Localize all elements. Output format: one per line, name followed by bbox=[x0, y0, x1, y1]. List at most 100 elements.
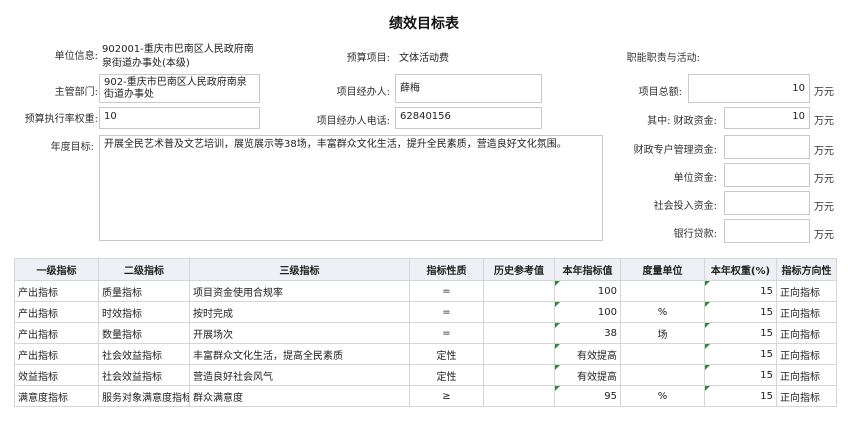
cell-history[interactable] bbox=[483, 280, 555, 302]
cell-level1: 产出指标 bbox=[14, 343, 99, 365]
dept-label: 主管部门: bbox=[54, 87, 98, 98]
col-header-nature: 指标性质 bbox=[409, 258, 484, 281]
unit-fund-label: 单位资金: bbox=[673, 173, 717, 184]
table-row: 产出指标 数量指标 开展场次 = 38 场 15 正向指标 bbox=[14, 322, 837, 344]
total-unit: 万元 bbox=[814, 87, 834, 98]
cell-level1: 效益指标 bbox=[14, 364, 99, 386]
cell-unit[interactable] bbox=[620, 280, 705, 302]
table-row: 效益指标 社会效益指标 营造良好社会风气 定性 有效提高 15 正向指标 bbox=[14, 364, 837, 386]
social-fund-unit: 万元 bbox=[814, 202, 834, 213]
cell-level3[interactable]: 按时完成 bbox=[189, 301, 410, 323]
cell-unit[interactable]: 场 bbox=[620, 322, 705, 344]
cell-weight[interactable]: 15 bbox=[704, 385, 777, 407]
cell-nature[interactable]: = bbox=[409, 280, 484, 302]
cell-unit[interactable] bbox=[620, 343, 705, 365]
cell-level1: 满意度指标 bbox=[14, 385, 99, 407]
cell-direction[interactable]: 正向指标 bbox=[776, 280, 837, 302]
unit-info-label: 单位信息: bbox=[54, 51, 98, 62]
cell-direction[interactable]: 正向指标 bbox=[776, 322, 837, 344]
cell-target[interactable]: 100 bbox=[554, 301, 621, 323]
indicator-table: 一级指标 二级指标 三级指标 指标性质 历史参考值 本年指标值 度量单位 本年权… bbox=[14, 258, 837, 407]
table-header-row: 一级指标 二级指标 三级指标 指标性质 历史参考值 本年指标值 度量单位 本年权… bbox=[14, 258, 837, 281]
cell-nature[interactable]: = bbox=[409, 322, 484, 344]
social-fund-label: 社会投入资金: bbox=[653, 201, 717, 212]
cell-unit[interactable]: % bbox=[620, 301, 705, 323]
annual-goal-textarea[interactable]: 开展全民艺术普及文艺培训，展览展示等38场，丰富群众文化生活，提升全民素质，营造… bbox=[99, 135, 603, 241]
col-header-level3: 三级指标 bbox=[189, 258, 410, 281]
cell-level2: 社会效益指标 bbox=[98, 364, 190, 386]
cell-level2: 数量指标 bbox=[98, 322, 190, 344]
phone-label: 项目经办人电话: bbox=[316, 116, 390, 127]
fiscal-special-label: 财政专户管理资金: bbox=[633, 145, 717, 156]
cell-history[interactable] bbox=[483, 343, 555, 365]
col-header-level1: 一级指标 bbox=[14, 258, 99, 281]
page-title: 绩效目标表 bbox=[389, 16, 459, 32]
cell-target[interactable]: 38 bbox=[554, 322, 621, 344]
cell-history[interactable] bbox=[483, 364, 555, 386]
cell-weight[interactable]: 15 bbox=[704, 364, 777, 386]
unit-info-value: 902001-重庆市巴南区人民政府南泉街道办事处(本级) bbox=[102, 44, 254, 69]
annual-goal-label: 年度目标: bbox=[50, 142, 94, 153]
cell-level3[interactable]: 开展场次 bbox=[189, 322, 410, 344]
cell-history[interactable] bbox=[483, 322, 555, 344]
cell-direction[interactable]: 正向指标 bbox=[776, 364, 837, 386]
cell-unit[interactable] bbox=[620, 364, 705, 386]
fiscal-label: 其中: 财政资金: bbox=[647, 116, 717, 127]
budget-item-value: 文体活动费 bbox=[399, 53, 449, 64]
cell-nature[interactable]: 定性 bbox=[409, 343, 484, 365]
dept-field[interactable]: 902-重庆市巴南区人民政府南泉街道办事处 bbox=[99, 74, 260, 103]
bank-loan-field[interactable] bbox=[724, 219, 810, 243]
fiscal-field[interactable]: 10 bbox=[724, 107, 810, 129]
cell-direction[interactable]: 正向指标 bbox=[776, 343, 837, 365]
fiscal-unit: 万元 bbox=[814, 116, 834, 127]
cell-weight[interactable]: 15 bbox=[704, 322, 777, 344]
cell-nature[interactable]: ≥ bbox=[409, 385, 484, 407]
table-row: 满意度指标 服务对象满意度指标 群众满意度 ≥ 95 % 15 正向指标 bbox=[14, 385, 837, 407]
table-row: 产出指标 社会效益指标 丰富群众文化生活，提高全民素质 定性 有效提高 15 正… bbox=[14, 343, 837, 365]
cell-level1: 产出指标 bbox=[14, 322, 99, 344]
cell-level2: 社会效益指标 bbox=[98, 343, 190, 365]
col-header-target: 本年指标值 bbox=[554, 258, 621, 281]
cell-target[interactable]: 95 bbox=[554, 385, 621, 407]
social-fund-field[interactable] bbox=[724, 191, 810, 215]
cell-nature[interactable]: 定性 bbox=[409, 364, 484, 386]
cell-level3[interactable]: 项目资金使用合规率 bbox=[189, 280, 410, 302]
phone-field[interactable]: 62840156 bbox=[395, 107, 542, 129]
cell-weight[interactable]: 15 bbox=[704, 280, 777, 302]
fiscal-special-field[interactable] bbox=[724, 135, 810, 159]
cell-level3[interactable]: 群众满意度 bbox=[189, 385, 410, 407]
cell-direction[interactable]: 正向指标 bbox=[776, 301, 837, 323]
cell-level3[interactable]: 丰富群众文化生活，提高全民素质 bbox=[189, 343, 410, 365]
cell-target[interactable]: 有效提高 bbox=[554, 364, 621, 386]
cell-target[interactable]: 100 bbox=[554, 280, 621, 302]
cell-target[interactable]: 有效提高 bbox=[554, 343, 621, 365]
cell-nature[interactable]: = bbox=[409, 301, 484, 323]
cell-level2: 服务对象满意度指标 bbox=[98, 385, 190, 407]
col-header-weight: 本年权重(%) bbox=[704, 258, 777, 281]
unit-fund-field[interactable] bbox=[724, 163, 810, 187]
manager-label: 项目经办人: bbox=[336, 87, 390, 98]
cell-history[interactable] bbox=[483, 301, 555, 323]
col-header-level2: 二级指标 bbox=[98, 258, 190, 281]
budget-item-label: 预算项目: bbox=[346, 53, 390, 64]
table-row: 产出指标 质量指标 项目资金使用合规率 = 100 15 正向指标 bbox=[14, 280, 837, 302]
cell-weight[interactable]: 15 bbox=[704, 343, 777, 365]
duty-label: 职能职责与活动: bbox=[626, 53, 700, 64]
col-header-history: 历史参考值 bbox=[483, 258, 555, 281]
total-field[interactable]: 10 bbox=[688, 74, 810, 103]
cell-history[interactable] bbox=[483, 385, 555, 407]
cell-level2: 时效指标 bbox=[98, 301, 190, 323]
bank-loan-label: 银行贷款: bbox=[673, 229, 717, 240]
col-header-direction: 指标方向性 bbox=[776, 258, 837, 281]
col-header-unit: 度量单位 bbox=[620, 258, 705, 281]
fiscal-special-unit: 万元 bbox=[814, 146, 834, 157]
exec-rate-field[interactable]: 10 bbox=[99, 107, 260, 129]
cell-level1: 产出指标 bbox=[14, 301, 99, 323]
unit-fund-unit: 万元 bbox=[814, 174, 834, 185]
cell-unit[interactable]: % bbox=[620, 385, 705, 407]
cell-direction[interactable]: 正向指标 bbox=[776, 385, 837, 407]
cell-weight[interactable]: 15 bbox=[704, 301, 777, 323]
manager-field[interactable]: 薛梅 bbox=[395, 74, 542, 103]
cell-level3[interactable]: 营造良好社会风气 bbox=[189, 364, 410, 386]
total-label: 项目总额: bbox=[638, 87, 682, 98]
